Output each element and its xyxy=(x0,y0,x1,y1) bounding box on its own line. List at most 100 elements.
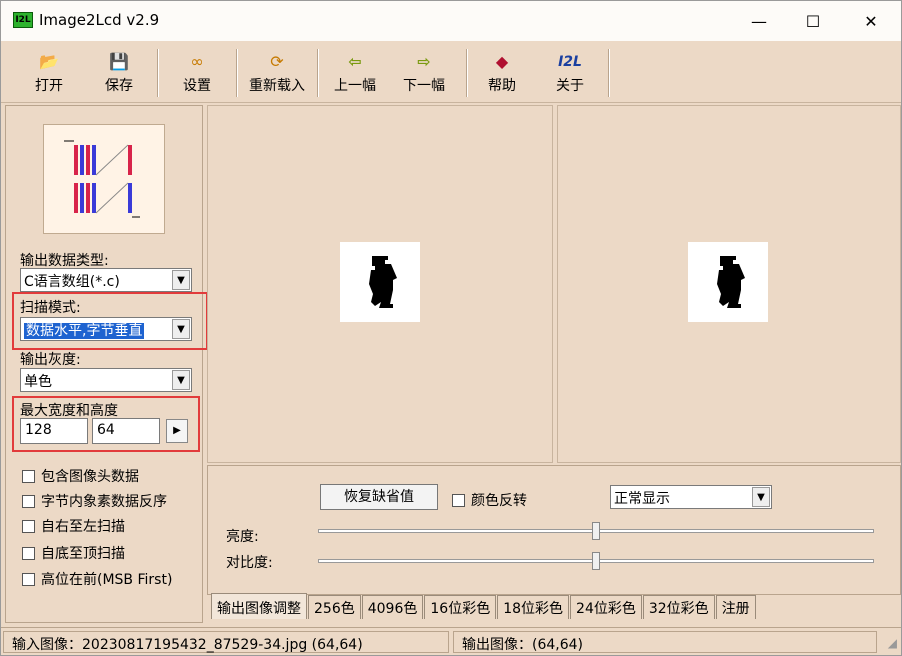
save-label: 保存 xyxy=(105,78,133,94)
tab-32bit-color[interactable]: 32位彩色 xyxy=(642,595,715,619)
settings-panel: 输出数据类型: C语言数组(*.c) ▼ 扫描模式: 数据水平,字节垂直 ▼ 输出灰… xyxy=(5,105,208,623)
chevron-down-icon: ▼ xyxy=(172,319,190,339)
contrast-slider-handle[interactable] xyxy=(592,552,600,570)
glasses-icon: ∞ xyxy=(190,52,204,71)
prev-image-button[interactable]: ⇦ 上一幅 xyxy=(331,47,379,99)
arrow-right-icon: ⇨ xyxy=(417,52,431,71)
checkbox-right-to-left[interactable]: 自右至左扫描 xyxy=(22,516,125,536)
scan-mode-preview-icon xyxy=(43,124,165,234)
input-image-panel xyxy=(207,105,553,463)
i2l-logo-icon: I2L xyxy=(558,54,582,70)
checkbox-box xyxy=(452,493,465,507)
resize-grip-icon[interactable]: ◢ xyxy=(888,636,897,650)
maximize-button[interactable]: ☐ xyxy=(785,1,841,41)
tab-256-color[interactable]: 256色 xyxy=(308,595,361,619)
app-window: I2L Image2Lcd v2.9 — ☐ ✕ 📂 打开 💾 保存 ∞ 设置 … xyxy=(0,0,902,656)
brightness-slider-handle[interactable] xyxy=(592,522,600,540)
close-button[interactable]: ✕ xyxy=(843,1,899,41)
output-type-label: 输出数据类型: xyxy=(20,253,109,269)
arrow-left-icon: ⇦ xyxy=(348,52,362,71)
checkbox-label: 字节内象素数据反序 xyxy=(41,494,167,510)
play-icon: ▶ xyxy=(173,425,181,436)
checkbox-box xyxy=(22,546,35,560)
save-button[interactable]: 💾 保存 xyxy=(99,47,139,99)
settings-button[interactable]: ∞ 设置 xyxy=(177,47,217,99)
display-mode-select[interactable]: 正常显示 ▼ xyxy=(610,485,772,509)
tab-18bit-color[interactable]: 18位彩色 xyxy=(497,595,570,619)
help-button[interactable]: ◆ 帮助 xyxy=(485,47,519,99)
window-title: Image2Lcd v2.9 xyxy=(39,11,160,29)
tab-bar: 输出图像调整 256色 4096色 16位彩色 18位彩色 24位彩色 32位彩… xyxy=(211,593,757,621)
tab-16bit-color[interactable]: 16位彩色 xyxy=(424,595,497,619)
app-logo-icon: I2L xyxy=(13,12,33,28)
checkbox-box xyxy=(22,572,35,586)
output-image-status: 输出图像：(64,64) xyxy=(453,631,877,653)
invert-label: 颜色反转 xyxy=(471,493,527,509)
gray-label: 输出灰度: xyxy=(20,352,81,368)
tab-24bit-color[interactable]: 24位彩色 xyxy=(570,595,642,619)
checkbox-label: 高位在前(MSB First) xyxy=(41,572,173,588)
checkbox-label: 自底至顶扫描 xyxy=(41,546,125,562)
input-image-thumbnail xyxy=(340,242,420,322)
toolbar: 📂 打开 💾 保存 ∞ 设置 ⟳ 重新载入 ⇦ 上一幅 ⇨ 下一幅 ◆ 帮助 I… xyxy=(1,41,901,103)
output-type-value: C语言数组(*.c) xyxy=(24,274,120,290)
prev-label: 上一幅 xyxy=(334,78,376,94)
next-image-button[interactable]: ⇨ 下一幅 xyxy=(400,47,448,99)
checkbox-box xyxy=(22,494,35,508)
checkbox-label: 包含图像头数据 xyxy=(41,469,139,485)
reload-icon: ⟳ xyxy=(270,52,284,71)
contrast-label: 对比度: xyxy=(226,555,273,571)
checkbox-bottom-to-top[interactable]: 自底至顶扫描 xyxy=(22,543,125,563)
tab-output-adjust[interactable]: 输出图像调整 xyxy=(211,593,307,619)
reload-button[interactable]: ⟳ 重新载入 xyxy=(245,47,309,99)
minimize-button[interactable]: — xyxy=(731,1,787,41)
toolbar-separator xyxy=(157,49,159,97)
tab-register[interactable]: 注册 xyxy=(715,595,756,619)
checkbox-label: 自右至左扫描 xyxy=(41,519,125,535)
floppy-disk-icon: 💾 xyxy=(109,52,129,71)
chevron-down-icon: ▼ xyxy=(172,270,190,290)
apply-size-button[interactable]: ▶ xyxy=(166,419,188,443)
toolbar-separator xyxy=(608,49,610,97)
max-height-input[interactable]: 64 xyxy=(92,418,160,444)
max-size-label: 最大宽度和高度 xyxy=(20,403,118,419)
about-label: 关于 xyxy=(556,78,584,94)
about-button[interactable]: I2L 关于 xyxy=(553,47,587,99)
checkbox-msb-first[interactable]: 高位在前(MSB First) xyxy=(22,569,172,589)
next-label: 下一幅 xyxy=(403,78,445,94)
reload-label: 重新载入 xyxy=(249,78,305,94)
gray-select[interactable]: 单色 ▼ xyxy=(20,368,192,392)
checkbox-include-header[interactable]: 包含图像头数据 xyxy=(22,466,139,486)
input-image-status: 输入图像：20230817195432_87529-34.jpg (64,64) xyxy=(3,631,449,653)
open-label: 打开 xyxy=(35,78,63,94)
help-book-icon: ◆ xyxy=(495,52,509,71)
checkbox-invert-color[interactable]: 颜色反转 xyxy=(452,490,527,510)
help-label: 帮助 xyxy=(488,78,516,94)
toolbar-separator xyxy=(317,49,319,97)
chevron-down-icon: ▼ xyxy=(172,370,190,390)
checkbox-box xyxy=(22,519,35,533)
adjustment-panel: 恢复缺省值 颜色反转 正常显示 ▼ 亮度: 对比度: xyxy=(207,465,901,595)
open-button[interactable]: 📂 打开 xyxy=(29,47,69,99)
output-image-panel xyxy=(557,105,901,463)
status-bar: 输入图像：20230817195432_87529-34.jpg (64,64)… xyxy=(1,627,901,655)
open-folder-icon: 📂 xyxy=(39,52,59,71)
title-bar: I2L Image2Lcd v2.9 — ☐ ✕ xyxy=(1,1,901,41)
display-mode-value: 正常显示 xyxy=(614,491,670,507)
scan-mode-value: 数据水平,字节垂直 xyxy=(24,323,145,339)
scan-mode-label: 扫描模式: xyxy=(20,300,81,316)
settings-label: 设置 xyxy=(183,78,211,94)
checkbox-reverse-pixels[interactable]: 字节内象素数据反序 xyxy=(22,491,167,511)
chevron-down-icon: ▼ xyxy=(752,487,770,507)
output-image-thumbnail xyxy=(688,242,768,322)
toolbar-separator xyxy=(236,49,238,97)
checkbox-box xyxy=(22,469,35,483)
brightness-label: 亮度: xyxy=(226,529,259,545)
toolbar-separator xyxy=(466,49,468,97)
restore-default-button[interactable]: 恢复缺省值 xyxy=(320,484,438,510)
scan-mode-select[interactable]: 数据水平,字节垂直 ▼ xyxy=(20,317,192,341)
max-width-input[interactable]: 128 xyxy=(20,418,88,444)
output-type-select[interactable]: C语言数组(*.c) ▼ xyxy=(20,268,192,292)
gray-value: 单色 xyxy=(24,374,52,390)
tab-4096-color[interactable]: 4096色 xyxy=(361,595,424,619)
